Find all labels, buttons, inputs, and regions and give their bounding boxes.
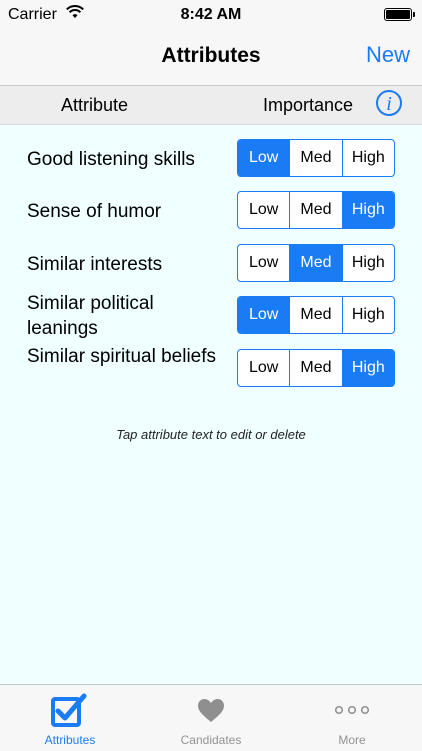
importance-option-high[interactable]: High <box>343 297 394 333</box>
importance-option-med[interactable]: Med <box>290 350 343 386</box>
column-header: Attribute Importance i <box>0 86 422 125</box>
importance-option-low[interactable]: Low <box>238 350 291 386</box>
importance-option-low[interactable]: Low <box>238 297 291 333</box>
importance-option-med[interactable]: Med <box>290 245 343 281</box>
importance-option-high[interactable]: High <box>343 245 394 281</box>
importance-segmented-control[interactable]: Low Med High <box>237 191 395 229</box>
importance-option-low[interactable]: Low <box>238 140 291 176</box>
attribute-label[interactable]: Good listening skills <box>27 147 195 172</box>
heart-icon <box>198 699 224 722</box>
importance-segmented-control[interactable]: Low Med High <box>237 349 395 387</box>
checkbox-icon <box>51 693 87 727</box>
status-bar: Carrier 8:42 AM <box>0 0 422 30</box>
importance-option-low[interactable]: Low <box>238 192 291 228</box>
edit-hint: Tap attribute text to edit or delete <box>116 427 306 442</box>
clock: 8:42 AM <box>180 6 242 23</box>
tab-bar: Attributes Candidates More <box>0 684 422 751</box>
importance-option-low[interactable]: Low <box>238 245 291 281</box>
attribute-label[interactable]: Similar political leanings <box>27 291 227 341</box>
tab-attributes[interactable]: Attributes <box>0 685 140 751</box>
importance-segmented-control[interactable]: Low Med High <box>237 244 395 282</box>
new-attribute-button[interactable]: New <box>366 42 410 68</box>
importance-option-high[interactable]: High <box>342 192 394 228</box>
info-icon[interactable]: i <box>376 90 402 116</box>
tab-candidates[interactable]: Candidates <box>141 685 281 751</box>
importance-option-high[interactable]: High <box>343 140 394 176</box>
importance-segmented-control[interactable]: Low Med High <box>237 139 395 177</box>
navigation-bar: Attributes New <box>0 30 422 86</box>
tab-label: More <box>338 733 366 747</box>
importance-option-high[interactable]: High <box>342 350 394 386</box>
importance-option-med[interactable]: Med <box>290 192 343 228</box>
attribute-label[interactable]: Sense of humor <box>27 199 161 224</box>
attribute-label[interactable]: Similar spiritual beliefs <box>27 344 227 369</box>
tab-label: Attributes <box>44 733 96 747</box>
importance-option-med[interactable]: Med <box>290 140 343 176</box>
tab-more[interactable]: More <box>282 685 422 751</box>
importance-column-header: Importance <box>263 95 354 115</box>
battery-icon <box>384 8 415 21</box>
importance-option-med[interactable]: Med <box>290 297 343 333</box>
more-icon <box>334 705 370 715</box>
importance-segmented-control[interactable]: Low Med High <box>237 296 395 334</box>
attribute-label[interactable]: Similar interests <box>27 252 162 277</box>
attribute-column-header: Attribute <box>61 95 129 115</box>
page-title: Attributes <box>161 44 261 67</box>
tab-label: Candidates <box>180 733 242 747</box>
